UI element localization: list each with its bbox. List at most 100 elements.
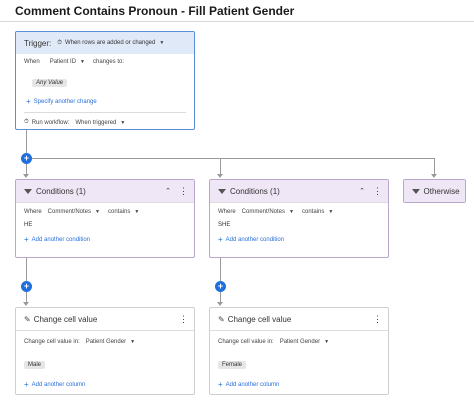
trigger-column-value: Patient ID <box>49 59 77 65</box>
connector-line <box>434 158 435 175</box>
action-title: Change cell value <box>227 314 292 324</box>
chevron-down-icon: ▼ <box>328 209 334 215</box>
action-column-value: Patient Gender <box>279 339 321 345</box>
clock-icon: ⏱ <box>24 119 29 125</box>
add-condition-link[interactable]: + Add another condition <box>24 235 186 244</box>
add-column-label: Add another column <box>31 381 86 388</box>
action-column-value: Patient Gender <box>85 339 127 345</box>
condition-column-value: Comment/Notes <box>241 209 286 215</box>
action-column-select[interactable]: Patient Gender ▼ <box>280 339 329 345</box>
condition-title: Conditions (1) <box>36 186 86 196</box>
arrow-down-icon <box>431 174 437 178</box>
condition-operator-value: contains <box>107 209 131 215</box>
condition-header: Conditions (1) ⌃ ⋮ <box>210 180 388 202</box>
trigger-when-row: When Patient ID ▼ changes to: <box>24 59 186 65</box>
connector-line <box>32 158 434 159</box>
condition-operator-select[interactable]: contains ▼ <box>108 209 139 215</box>
title-divider <box>0 21 474 22</box>
plus-icon: + <box>26 97 31 106</box>
condition-title: Conditions (1) <box>230 186 280 196</box>
trigger-card[interactable]: Trigger: ⏱ When rows are added or change… <box>15 31 195 130</box>
chevron-down-icon: ▼ <box>80 59 85 65</box>
trigger-value-chip[interactable]: Any Value <box>32 79 68 87</box>
action-title: Change cell value <box>33 314 98 324</box>
add-step-button[interactable]: + <box>21 153 32 164</box>
connector-line <box>220 158 221 175</box>
trigger-event-select[interactable]: When rows are added or changed ▼ <box>65 40 164 46</box>
chevron-up-icon[interactable]: ⌃ <box>165 187 171 195</box>
specify-link-label: Specify another change <box>33 98 97 105</box>
more-options-icon[interactable]: ⋮ <box>179 314 188 324</box>
chevron-down-icon: ▼ <box>289 209 294 215</box>
condition-header: Conditions (1) ⌃ ⋮ <box>16 180 194 202</box>
action-card[interactable]: ✎ Change cell value ⋮ Change cell value … <box>15 307 195 395</box>
condition-value[interactable]: HE <box>24 222 186 228</box>
condition-operator-value: contains <box>301 209 325 215</box>
chevron-up-icon[interactable]: ⌃ <box>359 187 365 195</box>
condition-value[interactable]: SHE <box>218 222 380 228</box>
pencil-icon: ✎ <box>218 314 225 324</box>
page-title: Comment Contains Pronoun - Fill Patient … <box>15 4 295 18</box>
chevron-down-icon: ▼ <box>130 339 136 345</box>
more-options-icon[interactable]: ⋮ <box>373 186 382 197</box>
trigger-event-value: When rows are added or changed <box>64 40 156 46</box>
action-value-chip[interactable]: Female <box>218 361 247 369</box>
run-workflow-value: When triggered <box>75 119 117 126</box>
where-label: Where <box>24 209 42 215</box>
trigger-label: Trigger: <box>24 38 52 48</box>
action-label: Change cell value in: <box>218 339 274 345</box>
condition-card[interactable]: Conditions (1) ⌃ ⋮ Where Comment/Notes ▼… <box>15 179 195 258</box>
more-options-icon[interactable]: ⋮ <box>179 186 188 197</box>
chevron-down-icon: ▼ <box>134 209 140 215</box>
clock-icon: ⏱ <box>57 39 62 46</box>
chevron-down-icon: ▼ <box>159 40 165 46</box>
filter-icon <box>218 188 226 194</box>
plus-icon: + <box>24 380 29 389</box>
otherwise-branch[interactable]: Otherwise <box>403 179 466 203</box>
action-header: ✎ Change cell value ⋮ <box>16 308 194 330</box>
pencil-icon: ✎ <box>24 314 31 324</box>
chevron-down-icon: ▼ <box>95 209 100 215</box>
where-label: Where <box>218 209 236 215</box>
filter-icon <box>24 188 32 194</box>
run-workflow-row: ⏱ Run workflow: When triggered ▼ <box>24 119 186 126</box>
specify-another-change-link[interactable]: + Specify another change <box>26 97 186 106</box>
condition-card[interactable]: Conditions (1) ⌃ ⋮ Where Comment/Notes ▼… <box>209 179 389 258</box>
chevron-down-icon: ▼ <box>324 339 330 345</box>
add-condition-link[interactable]: + Add another condition <box>218 235 380 244</box>
action-card[interactable]: ✎ Change cell value ⋮ Change cell value … <box>209 307 389 395</box>
plus-icon: + <box>218 235 223 244</box>
add-column-link[interactable]: + Add another column <box>218 380 380 389</box>
otherwise-header: Otherwise <box>404 180 465 202</box>
add-step-button[interactable]: + <box>21 281 32 292</box>
when-label: When <box>24 59 40 65</box>
connector-line <box>26 130 27 153</box>
filter-icon <box>411 188 420 194</box>
add-step-button[interactable]: + <box>215 281 226 292</box>
connector-line <box>220 258 221 281</box>
run-workflow-select[interactable]: When triggered ▼ <box>75 120 125 126</box>
trigger-header: Trigger: ⏱ When rows are added or change… <box>16 32 194 54</box>
action-column-select[interactable]: Patient Gender ▼ <box>86 339 135 345</box>
condition-column-select[interactable]: Comment/Notes ▼ <box>48 209 100 215</box>
chevron-down-icon: ▼ <box>120 119 126 126</box>
arrow-down-icon <box>23 302 29 306</box>
add-condition-label: Add another condition <box>225 236 285 243</box>
trigger-column-select[interactable]: Patient ID ▼ <box>50 59 85 65</box>
action-header: ✎ Change cell value ⋮ <box>210 308 388 330</box>
action-value-chip[interactable]: Male <box>24 361 46 369</box>
connector-line <box>26 258 27 281</box>
condition-column-select[interactable]: Comment/Notes ▼ <box>242 209 294 215</box>
changes-to-label: changes to: <box>93 59 125 65</box>
arrow-down-icon <box>217 302 223 306</box>
run-workflow-label: Run workflow: <box>31 119 70 126</box>
arrow-down-icon <box>23 174 29 178</box>
condition-column-value: Comment/Notes <box>47 209 92 215</box>
plus-icon: + <box>24 235 29 244</box>
plus-icon: + <box>218 380 223 389</box>
add-column-link[interactable]: + Add another column <box>24 380 186 389</box>
condition-operator-select[interactable]: contains ▼ <box>302 209 333 215</box>
otherwise-label: Otherwise <box>423 186 460 196</box>
action-label: Change cell value in: <box>24 339 80 345</box>
more-options-icon[interactable]: ⋮ <box>373 314 382 324</box>
